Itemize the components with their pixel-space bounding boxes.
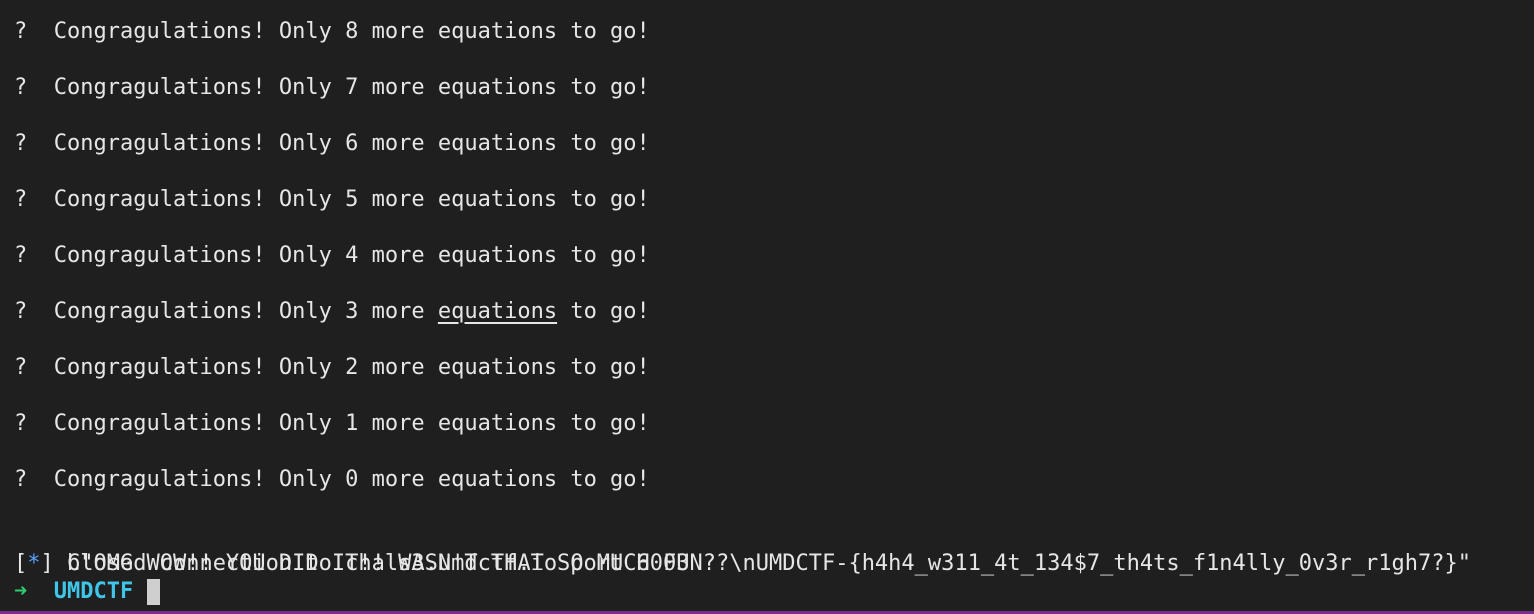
equations-word: equations bbox=[437, 187, 558, 212]
connection-closed-line: [*] Closed connection to chals3.umdctf.i… bbox=[14, 550, 690, 578]
question-mark-icon: ? bbox=[14, 299, 28, 324]
line-text: Congragulations! Only 2 more bbox=[53, 355, 438, 380]
output-line: ? Congragulations! Only 8 more equations… bbox=[14, 18, 650, 46]
equations-word: equations bbox=[437, 355, 558, 380]
equations-word: equations bbox=[437, 75, 558, 100]
line-text-end: to go! bbox=[557, 243, 650, 268]
prompt-arrow-icon: ➜ bbox=[14, 579, 28, 604]
output-line: ? Congragulations! Only 5 more equations… bbox=[14, 186, 650, 214]
question-mark-icon: ? bbox=[14, 19, 28, 44]
output-line: ? Congragulations! Only 1 more equations… bbox=[14, 410, 650, 438]
line-text: Congragulations! Only 3 more bbox=[53, 299, 438, 324]
output-line: ? Congragulations! Only 6 more equations… bbox=[14, 130, 650, 158]
star-icon: * bbox=[27, 551, 41, 576]
terminal-window[interactable]: ? Congragulations! Only 8 more equations… bbox=[0, 0, 1534, 614]
equations-word: equations bbox=[437, 467, 558, 492]
question-mark-icon: ? bbox=[14, 75, 28, 100]
output-line: ? Congragulations! Only 7 more equations… bbox=[14, 74, 650, 102]
line-text-end: to go! bbox=[557, 411, 650, 436]
question-mark-icon: ? bbox=[14, 411, 28, 436]
equations-word: equations bbox=[437, 411, 558, 436]
prompt-directory: UMDCTF bbox=[53, 579, 134, 604]
line-text-end: to go! bbox=[557, 19, 650, 44]
line-text: Congragulations! Only 7 more bbox=[53, 75, 438, 100]
line-text-end: to go! bbox=[557, 467, 650, 492]
line-text-end: to go! bbox=[557, 187, 650, 212]
line-text-end: to go! bbox=[557, 299, 650, 324]
line-text-end: to go! bbox=[557, 75, 650, 100]
block-cursor-icon bbox=[147, 579, 161, 605]
equations-word: equations bbox=[437, 243, 558, 268]
equations-word: equations bbox=[437, 299, 558, 324]
question-mark-icon: ? bbox=[14, 131, 28, 156]
question-mark-icon: ? bbox=[14, 243, 28, 268]
line-text: Congragulations! Only 8 more bbox=[53, 19, 438, 44]
output-line: ? Congragulations! Only 2 more equations… bbox=[14, 354, 650, 382]
line-text: Congragulations! Only 5 more bbox=[53, 187, 438, 212]
question-mark-icon: ? bbox=[14, 187, 28, 212]
equations-word: equations bbox=[437, 19, 558, 44]
close-bracket: ] bbox=[40, 551, 54, 576]
flag-output-line: b"OMG WOW!! YOU DID IT!! WASN'T THAT SO … bbox=[14, 522, 1471, 576]
connection-closed-text: Closed connection to chals3.umdctf.io po… bbox=[53, 551, 690, 576]
question-mark-icon: ? bbox=[14, 467, 28, 492]
output-line: ? Congragulations! Only 0 more equations… bbox=[14, 466, 650, 494]
line-text-end: to go! bbox=[557, 131, 650, 156]
line-text-end: to go! bbox=[557, 355, 650, 380]
line-text: Congragulations! Only 4 more bbox=[53, 243, 438, 268]
line-text: Congragulations! Only 0 more bbox=[53, 467, 438, 492]
line-text: Congragulations! Only 6 more bbox=[53, 131, 438, 156]
equations-word: equations bbox=[437, 131, 558, 156]
line-text: Congragulations! Only 1 more bbox=[53, 411, 438, 436]
output-line: ? Congragulations! Only 4 more equations… bbox=[14, 242, 650, 270]
question-mark-icon: ? bbox=[14, 355, 28, 380]
shell-prompt[interactable]: ➜ UMDCTF bbox=[14, 578, 161, 606]
open-bracket: [ bbox=[14, 551, 28, 576]
output-line: ? Congragulations! Only 3 more equations… bbox=[14, 298, 650, 326]
